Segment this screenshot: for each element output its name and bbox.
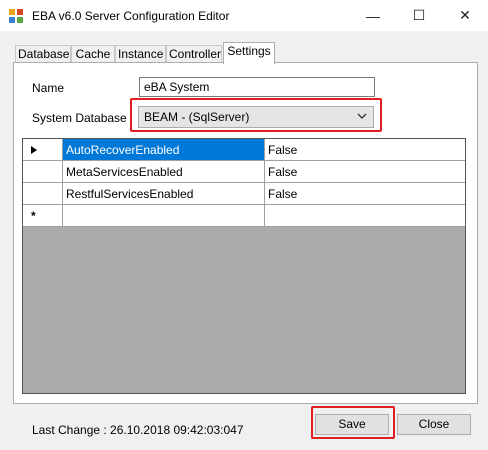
- maximize-button[interactable]: ☐: [396, 0, 442, 31]
- new-row[interactable]: *: [23, 205, 465, 227]
- settings-grid[interactable]: AutoRecoverEnabled False MetaServicesEna…: [22, 138, 466, 394]
- close-window-button[interactable]: ✕: [442, 0, 488, 31]
- tab-controller[interactable]: Controller: [166, 45, 222, 63]
- new-row-icon: *: [31, 209, 36, 223]
- table-row[interactable]: AutoRecoverEnabled False: [23, 139, 465, 161]
- setting-value-cell[interactable]: False: [265, 161, 465, 183]
- title-bar: EBA v6.0 Server Configuration Editor — ☐…: [0, 0, 488, 31]
- row-header[interactable]: *: [23, 205, 63, 227]
- close-button[interactable]: Close: [397, 414, 471, 435]
- setting-key-cell[interactable]: RestfulServicesEnabled: [63, 183, 265, 205]
- new-key-cell[interactable]: [63, 205, 265, 227]
- setting-value-cell[interactable]: False: [265, 183, 465, 205]
- table-row[interactable]: RestfulServicesEnabled False: [23, 183, 465, 205]
- tab-cache[interactable]: Cache: [71, 45, 115, 63]
- name-label: Name: [32, 81, 65, 95]
- new-value-cell[interactable]: [265, 205, 465, 227]
- name-input[interactable]: eBA System: [139, 77, 375, 97]
- tab-instance[interactable]: Instance: [115, 45, 166, 63]
- last-change-text: Last Change : 26.10.2018 09:42:03:047: [32, 423, 244, 437]
- row-header[interactable]: [23, 139, 63, 161]
- highlight-frame-save: [311, 406, 395, 439]
- row-header[interactable]: [23, 161, 63, 183]
- app-icon: [9, 9, 23, 23]
- tab-database[interactable]: Database: [15, 45, 71, 63]
- system-database-label: System Database: [32, 111, 127, 125]
- current-row-arrow-icon: [31, 146, 37, 154]
- highlight-frame-system-database: [130, 98, 382, 132]
- close-icon: ✕: [459, 7, 471, 23]
- maximize-icon: ☐: [412, 7, 426, 23]
- minimize-button[interactable]: —: [350, 0, 396, 31]
- minimize-icon: —: [366, 7, 380, 24]
- table-row[interactable]: MetaServicesEnabled False: [23, 161, 465, 183]
- setting-key-cell[interactable]: AutoRecoverEnabled: [63, 139, 265, 161]
- window-title: EBA v6.0 Server Configuration Editor: [32, 9, 230, 23]
- setting-key-cell[interactable]: MetaServicesEnabled: [63, 161, 265, 183]
- setting-value-cell[interactable]: False: [265, 139, 465, 161]
- tab-settings[interactable]: Settings: [223, 42, 275, 64]
- row-header[interactable]: [23, 183, 63, 205]
